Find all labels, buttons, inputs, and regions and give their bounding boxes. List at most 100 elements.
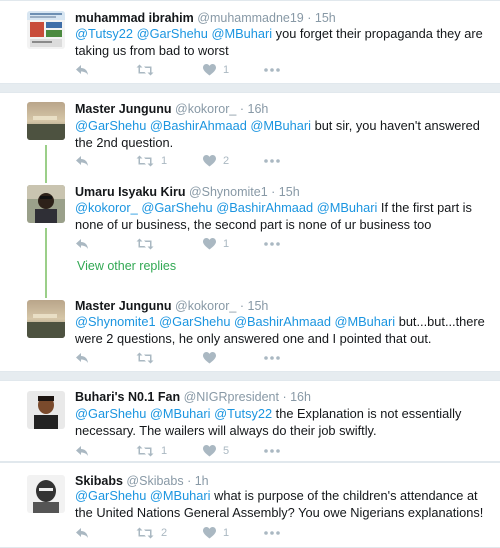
reply-button[interactable]	[75, 153, 89, 169]
author-handle[interactable]: @NIGRpresident	[184, 390, 279, 404]
heart-icon	[203, 527, 216, 539]
avatar[interactable]	[27, 185, 65, 223]
separator: ·	[282, 390, 287, 404]
reply-button[interactable]	[75, 236, 89, 252]
retweet-count: 1	[161, 155, 168, 167]
mentions[interactable]: @GarShehu @BashirAhmaad @MBuhari	[75, 118, 311, 133]
more-button[interactable]	[264, 236, 280, 252]
retweet-icon	[136, 527, 154, 539]
tweet-text: @GarShehu @MBuhari what is purpose of th…	[75, 487, 485, 521]
heart-icon	[203, 445, 216, 457]
tweet-header: Master Jungunu @kokoror_ · 15h	[75, 299, 268, 313]
retweet-button[interactable]: 1	[136, 443, 167, 459]
tweet-header: Umaru Isyaku Kiru @Shynomite1 · 15h	[75, 185, 300, 199]
retweet-button[interactable]	[136, 62, 161, 78]
heart-icon	[203, 238, 216, 250]
reply-icon	[76, 528, 88, 538]
avatar[interactable]	[27, 475, 65, 513]
heart-icon	[203, 64, 216, 76]
mentions[interactable]: @Tutsy22 @GarShehu @MBuhari	[75, 26, 272, 41]
separator: ·	[271, 185, 276, 199]
retweet-icon	[136, 64, 154, 76]
separator: ·	[239, 299, 245, 313]
timestamp[interactable]: 16h	[248, 102, 269, 116]
more-dots-icon	[264, 159, 280, 163]
mentions[interactable]: @Shynomite1 @GarShehu @BashirAhmaad @MBu…	[75, 314, 395, 329]
reply-icon	[76, 65, 88, 75]
author-name[interactable]: Skibabs	[75, 474, 123, 488]
like-count: 2	[223, 155, 230, 167]
more-dots-icon	[264, 68, 280, 72]
retweet-button[interactable]: 1	[136, 153, 167, 169]
separator: ·	[239, 102, 245, 116]
separator: ·	[307, 11, 312, 25]
like-button[interactable]: 1	[203, 525, 229, 541]
author-handle[interactable]: @Shynomite1	[189, 185, 268, 199]
reply-icon	[76, 239, 88, 249]
retweet-count: 1	[161, 445, 168, 457]
timestamp[interactable]: 15h	[248, 299, 269, 313]
like-count: 1	[223, 64, 230, 76]
timestamp[interactable]: 15h	[279, 185, 300, 199]
tweet-text: @GarShehu @BashirAhmaad @MBuhari but sir…	[75, 117, 485, 151]
timestamp[interactable]: 1h	[195, 474, 209, 488]
thread-line	[45, 228, 47, 298]
tweet-header: muhammad ibrahim @muhammadne19 · 15h	[75, 11, 336, 25]
more-dots-icon	[264, 356, 280, 360]
view-other-replies-link[interactable]: View other replies	[77, 259, 176, 273]
thread-line	[45, 145, 47, 183]
author-handle[interactable]: @kokoror_	[175, 102, 236, 116]
reply-button[interactable]	[75, 443, 89, 459]
retweet-button[interactable]: 2	[136, 525, 167, 541]
tweet-header: Skibabs @Skibabs · 1h	[75, 474, 209, 488]
avatar[interactable]	[27, 11, 65, 49]
tweet-text: @kokoror_ @GarShehu @BashirAhmaad @MBuha…	[75, 199, 485, 233]
retweet-icon	[136, 445, 154, 457]
reply-button[interactable]	[75, 350, 89, 366]
timestamp[interactable]: 15h	[315, 11, 336, 25]
reply-button[interactable]	[75, 62, 89, 78]
author-handle[interactable]: @Skibabs	[126, 474, 183, 488]
more-dots-icon	[264, 242, 280, 246]
author-name[interactable]: Master Jungunu	[75, 102, 172, 116]
author-handle[interactable]: @kokoror_	[175, 299, 236, 313]
retweet-count: 2	[161, 527, 168, 539]
timestamp[interactable]: 16h	[290, 390, 311, 404]
retweet-icon	[136, 238, 154, 250]
avatar[interactable]	[27, 102, 65, 140]
more-button[interactable]	[264, 153, 280, 169]
more-button[interactable]	[264, 62, 280, 78]
tweet-header: Buhari's N0.1 Fan @NIGRpresident · 16h	[75, 390, 311, 404]
more-button[interactable]	[264, 443, 280, 459]
author-handle[interactable]: @muhammadne19	[197, 11, 304, 25]
like-count: 1	[223, 238, 230, 250]
author-name[interactable]: Umaru Isyaku Kiru	[75, 185, 185, 199]
mentions[interactable]: @GarShehu @MBuhari	[75, 488, 211, 503]
separator: ·	[187, 474, 192, 488]
retweet-button[interactable]	[136, 236, 161, 252]
retweet-icon	[136, 352, 154, 364]
like-button[interactable]	[203, 350, 223, 366]
more-button[interactable]	[264, 525, 280, 541]
more-button[interactable]	[264, 350, 280, 366]
reply-icon	[76, 446, 88, 456]
reply-button[interactable]	[75, 525, 89, 541]
mentions[interactable]: @GarShehu @MBuhari @Tutsy22	[75, 406, 272, 421]
author-name[interactable]: Buhari's N0.1 Fan	[75, 390, 180, 404]
avatar[interactable]	[27, 300, 65, 338]
mentions[interactable]: @kokoror_ @GarShehu @BashirAhmaad @MBuha…	[75, 200, 377, 215]
author-name[interactable]: Master Jungunu	[75, 299, 172, 313]
reply-icon	[76, 353, 88, 363]
like-count: 5	[223, 445, 230, 457]
avatar[interactable]	[27, 391, 65, 429]
tweet-text: @Tutsy22 @GarShehu @MBuhari you forget t…	[75, 25, 485, 59]
like-button[interactable]: 5	[203, 443, 229, 459]
tweet-text: @Shynomite1 @GarShehu @BashirAhmaad @MBu…	[75, 313, 485, 347]
like-button[interactable]: 1	[203, 236, 229, 252]
like-button[interactable]: 1	[203, 62, 229, 78]
like-count: 1	[223, 527, 230, 539]
like-button[interactable]: 2	[203, 153, 229, 169]
author-name[interactable]: muhammad ibrahim	[75, 11, 194, 25]
retweet-button[interactable]	[136, 350, 161, 366]
more-dots-icon	[264, 531, 280, 535]
